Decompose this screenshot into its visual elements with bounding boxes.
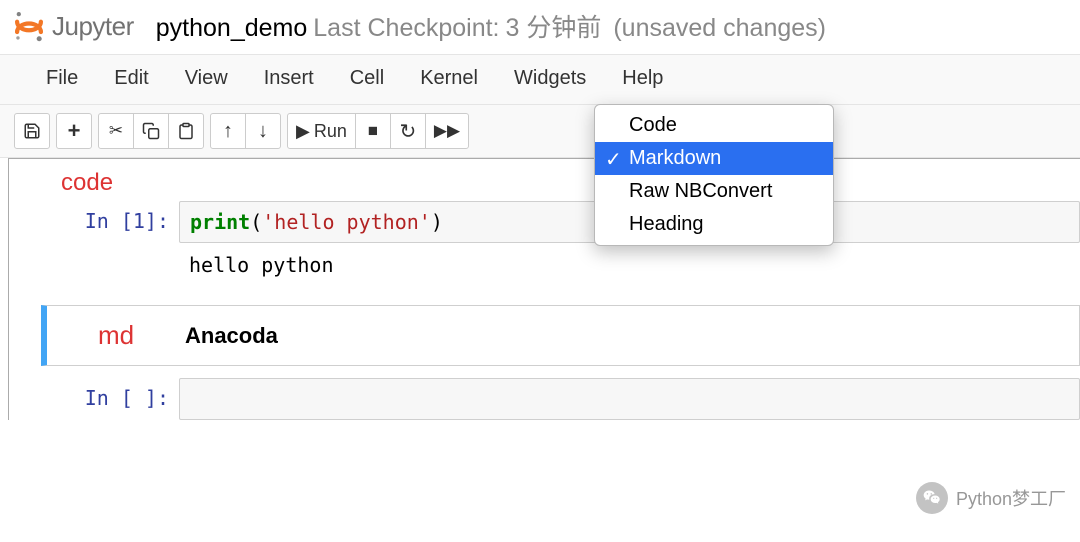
run-button[interactable]: ▶Run	[287, 113, 356, 149]
celltype-option-heading[interactable]: Heading	[595, 208, 833, 241]
celltype-option-raw[interactable]: Raw NBConvert	[595, 175, 833, 208]
celltype-option-code[interactable]: Code	[595, 109, 833, 142]
menu-cell[interactable]: Cell	[332, 61, 402, 96]
toolbar: + ✂ ↑ ↓ ▶Run ■ ↻ ▶▶	[0, 105, 1080, 158]
input-prompt-empty: In [ ]:	[31, 378, 179, 410]
move-up-button[interactable]: ↑	[210, 113, 246, 149]
scissors-icon: ✂	[109, 121, 123, 141]
header: Jupyter python_demo Last Checkpoint: 3 分…	[0, 0, 1080, 55]
menu-insert[interactable]: Insert	[246, 61, 332, 96]
stop-button[interactable]: ■	[355, 113, 391, 149]
menu-widgets[interactable]: Widgets	[496, 61, 604, 96]
menu-file[interactable]: File	[28, 61, 96, 96]
fast-forward-icon: ▶▶	[434, 121, 460, 141]
jupyter-icon	[12, 9, 46, 43]
notebook-area: code In [1]: print('hello python') hello…	[8, 158, 1080, 420]
markdown-cell[interactable]: md Anacoda	[41, 305, 1080, 366]
restart-run-all-button[interactable]: ▶▶	[425, 113, 469, 149]
celltype-dropdown[interactable]: Code Markdown Raw NBConvert Heading	[594, 104, 834, 246]
code-token-open: (	[250, 210, 262, 234]
menu-edit[interactable]: Edit	[96, 61, 166, 96]
stop-icon: ■	[368, 121, 378, 141]
code-cell-empty[interactable]: In [ ]:	[31, 378, 1080, 420]
code-token-fn: print	[190, 210, 250, 234]
wechat-icon	[916, 482, 948, 514]
move-down-button[interactable]: ↓	[245, 113, 281, 149]
run-icon: ▶	[296, 121, 310, 142]
copy-icon	[142, 122, 160, 140]
menu-help[interactable]: Help	[604, 61, 681, 96]
restart-button[interactable]: ↻	[390, 113, 426, 149]
code-token-close: )	[431, 210, 443, 234]
paste-icon	[177, 122, 195, 140]
run-label: Run	[314, 121, 347, 142]
add-cell-button[interactable]: +	[56, 113, 92, 149]
notebook-name[interactable]: python_demo	[156, 14, 308, 43]
cut-button[interactable]: ✂	[98, 113, 134, 149]
annotation-code: code	[61, 169, 1080, 197]
code-token-str: 'hello python'	[262, 210, 431, 234]
code-input-empty[interactable]	[179, 378, 1080, 420]
annotation-md: md	[47, 320, 185, 351]
markdown-rendered: Anacoda	[185, 323, 278, 349]
unsaved-indicator: (unsaved changes)	[613, 14, 826, 43]
code-cell-1[interactable]: In [1]: print('hello python')	[31, 201, 1080, 243]
code-output-1: hello python	[179, 243, 1080, 287]
jupyter-logo: Jupyter	[12, 9, 134, 43]
jupyter-logo-text: Jupyter	[52, 11, 134, 42]
menu-view[interactable]: View	[167, 61, 246, 96]
arrow-down-icon: ↓	[258, 120, 268, 143]
menu-kernel[interactable]: Kernel	[402, 61, 496, 96]
watermark: Python梦工厂	[916, 482, 1066, 514]
notebook-title[interactable]: python_demo Last Checkpoint: 3 分钟前 (unsa…	[156, 8, 826, 44]
celltype-option-markdown[interactable]: Markdown	[595, 142, 833, 175]
arrow-up-icon: ↑	[223, 120, 233, 143]
save-icon	[23, 122, 41, 140]
input-prompt-1: In [1]:	[31, 201, 179, 233]
menu-bar: File Edit View Insert Cell Kernel Widget…	[0, 55, 1080, 105]
paste-button[interactable]	[168, 113, 204, 149]
restart-icon: ↻	[399, 119, 416, 144]
checkpoint-label: Last Checkpoint:	[313, 14, 499, 43]
save-button[interactable]	[14, 113, 50, 149]
watermark-text: Python梦工厂	[956, 485, 1066, 511]
copy-button[interactable]	[133, 113, 169, 149]
checkpoint-time: 3 分钟前	[506, 8, 602, 44]
plus-icon: +	[68, 118, 81, 144]
